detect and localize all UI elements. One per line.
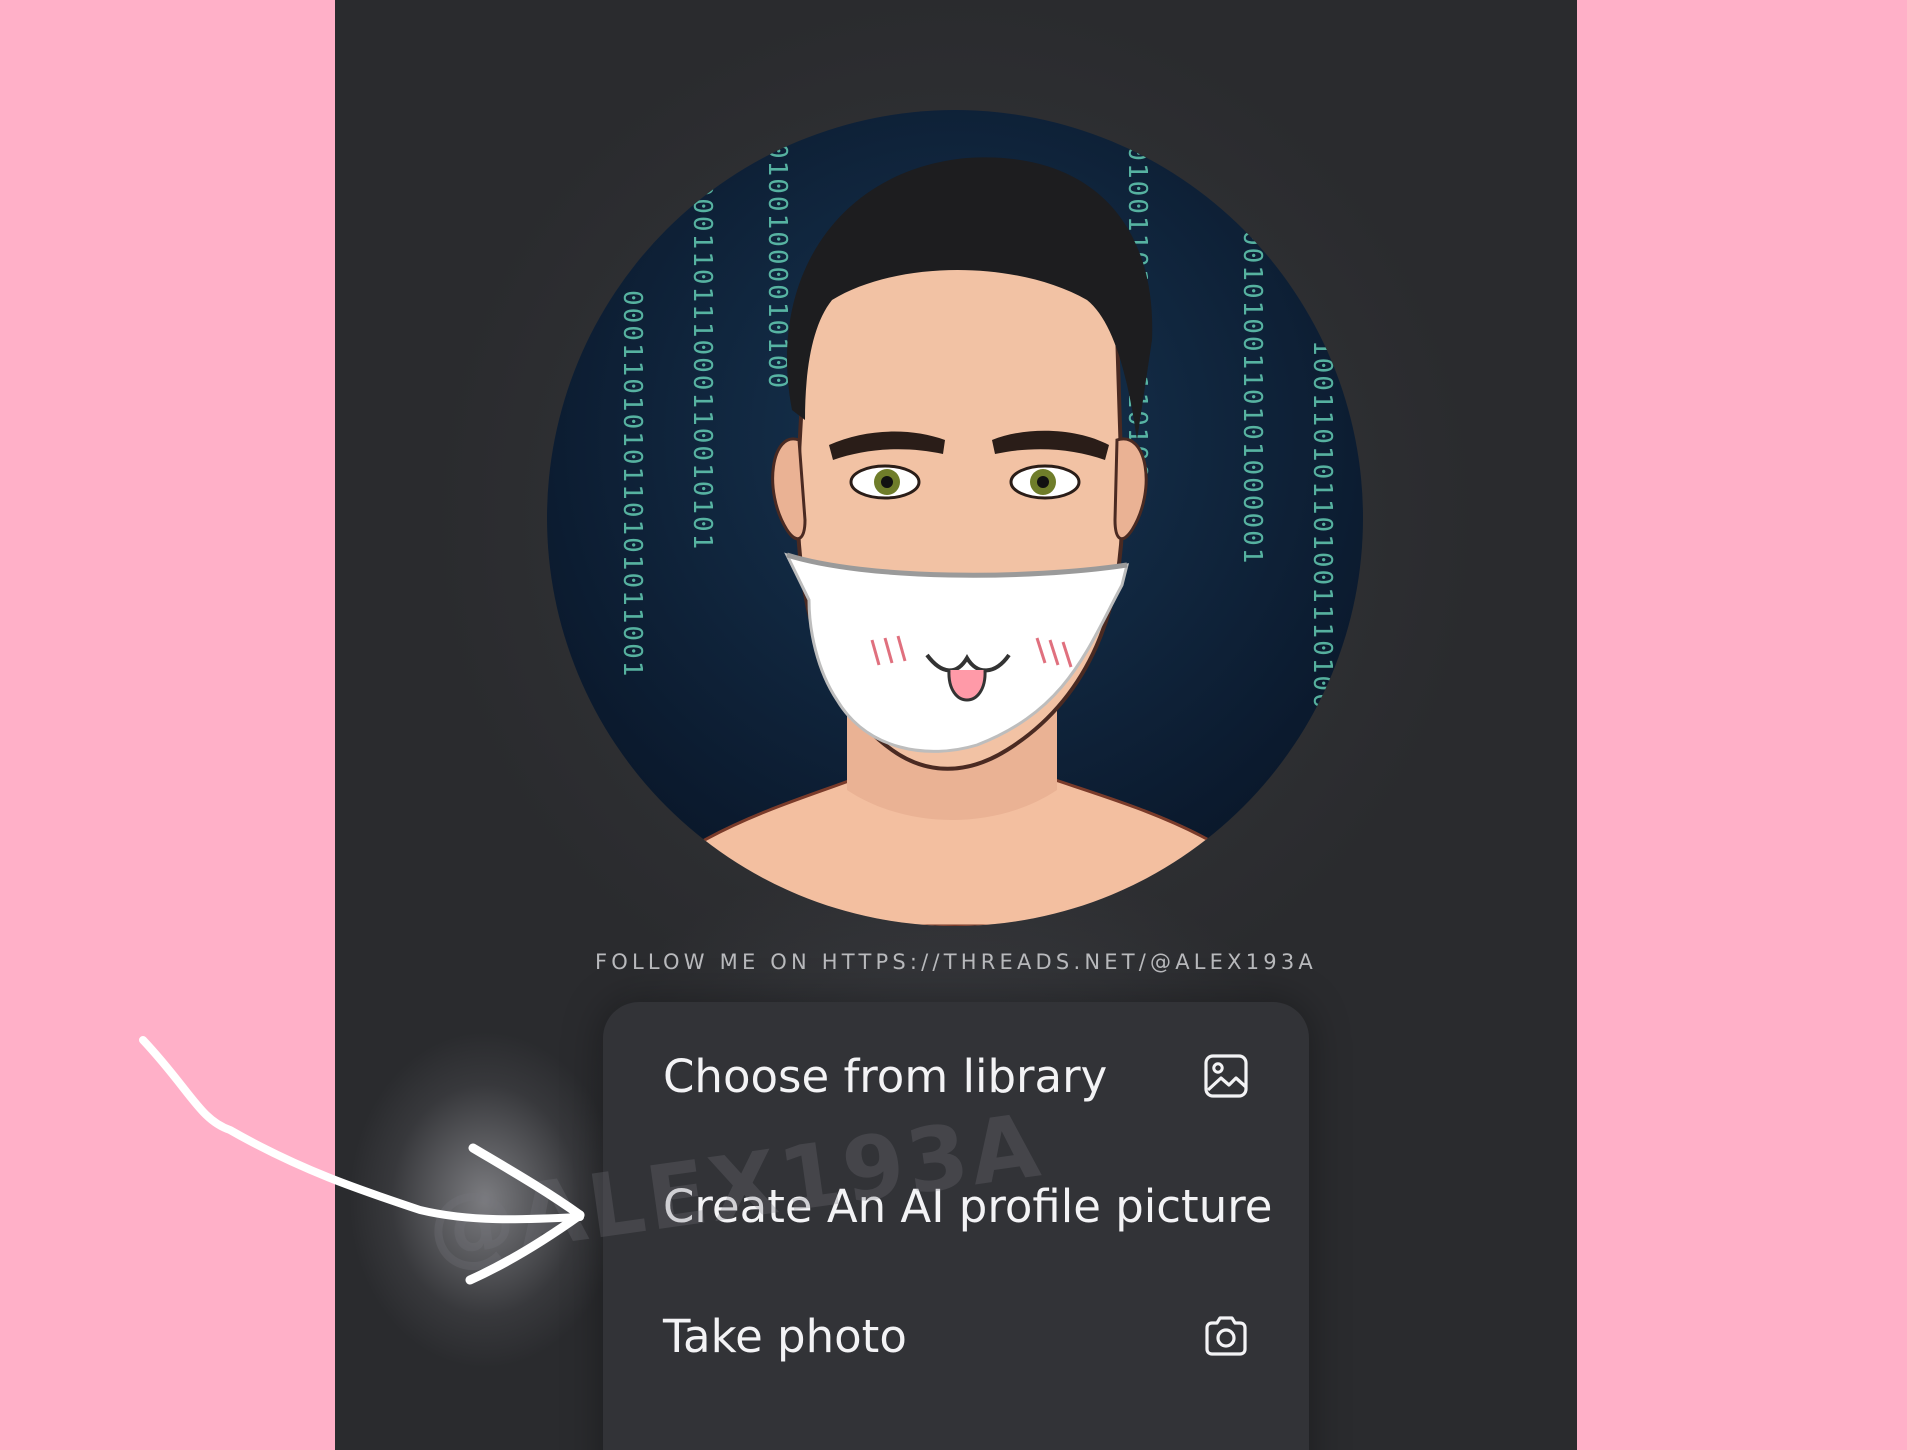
menu-item-label: Choose from library [663,1049,1108,1103]
profile-picture[interactable]: 0110000110111000110010101 00011010101101… [547,110,1363,926]
avatar-portrait [605,157,1309,926]
menu-item-label: Take photo [663,1309,907,1363]
menu-item-take-photo[interactable]: Take photo [603,1276,1309,1396]
screen: 0110000110111000110010101 00011010101101… [335,0,1577,1450]
camera-icon [1205,1316,1247,1356]
follow-caption: FOLLOW ME ON HTTPS://THREADS.NET/@ALEX19… [595,950,1317,974]
image-icon [1204,1054,1248,1098]
